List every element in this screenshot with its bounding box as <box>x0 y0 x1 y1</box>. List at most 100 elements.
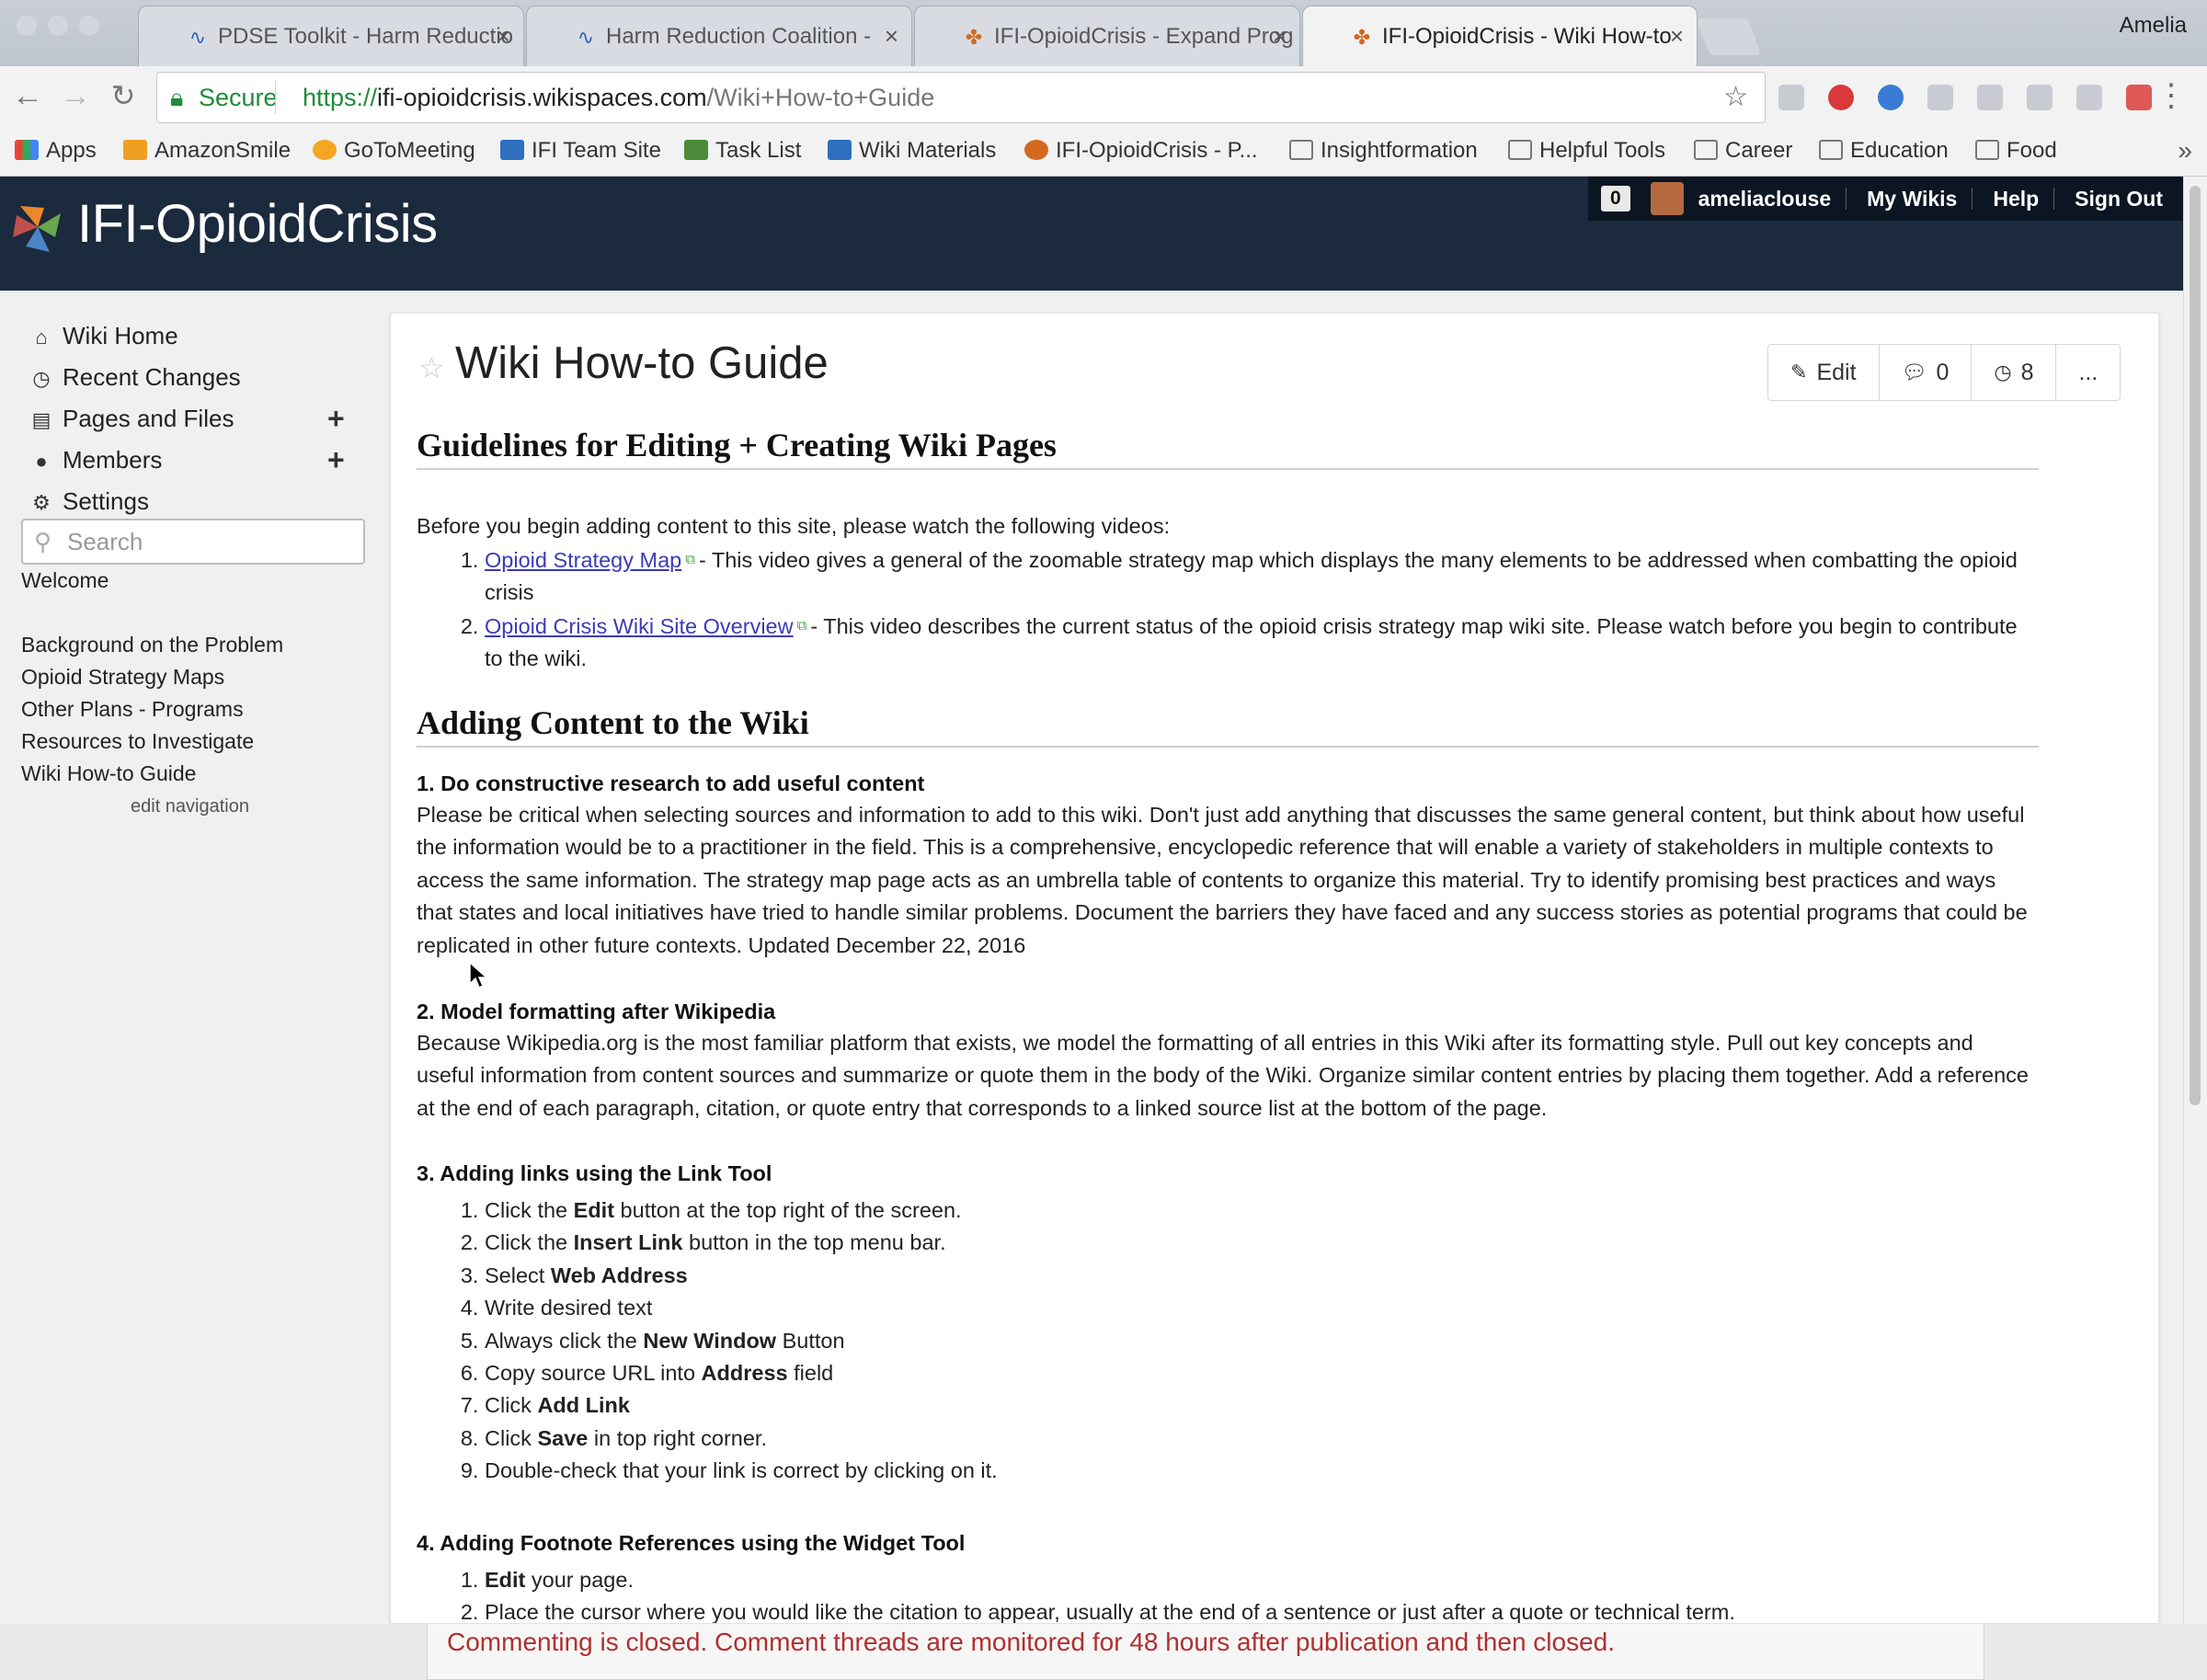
back-arrow-icon[interactable]: ← <box>9 77 46 114</box>
sidebar-item-pages-and-files[interactable]: ▤ Pages and Files <box>29 405 234 433</box>
comment-bubble-icon: 💬︎ <box>1901 360 1927 383</box>
bookmark-apps[interactable]: Apps <box>15 138 97 164</box>
nav-link-strategy-maps[interactable]: Opioid Strategy Maps <box>21 665 224 690</box>
extension-icon[interactable] <box>1977 85 2003 110</box>
window-zoom-dot[interactable] <box>79 16 99 36</box>
bookmark-star-icon[interactable]: ☆ <box>1723 73 1748 122</box>
bookmark-ifi-opioidcrisis[interactable]: IFI-OpioidCrisis - P... <box>1024 138 1258 164</box>
close-icon[interactable]: × <box>885 23 898 49</box>
username-link[interactable]: ameliaclouse <box>1698 187 1831 211</box>
secure-label: Secure <box>199 84 278 111</box>
pinterest-icon[interactable] <box>1828 85 1854 110</box>
page-actions: ✎ Edit 💬︎ 0 ◷ 8 ... <box>1767 344 2121 401</box>
nav-link-background[interactable]: Background on the Problem <box>21 633 283 657</box>
extension-icon[interactable] <box>2126 85 2152 110</box>
sidebar-item-wiki-home[interactable]: ⌂ Wiki Home <box>29 322 177 350</box>
browser-tab[interactable]: ✤ IFI-OpioidCrisis - Expand Prog × <box>914 6 1300 66</box>
close-icon[interactable]: × <box>1273 23 1286 49</box>
close-icon[interactable]: × <box>1670 23 1684 49</box>
gear-icon: ⚙ <box>32 491 51 514</box>
external-link-icon: ⧉ <box>796 617 807 634</box>
subsection-body-research: Please be critical when selecting source… <box>417 803 2028 957</box>
bookmark-folder-helpful-tools[interactable]: Helpful Tools <box>1508 138 1665 164</box>
tab-title: IFI-OpioidCrisis - Wiki How-to <box>1382 23 1672 49</box>
video-link-site-overview[interactable]: Opioid Crisis Wiki Site Overview <box>485 614 794 638</box>
bookmark-folder-insightformation[interactable]: Insightformation <box>1289 138 1478 164</box>
extension-icon[interactable] <box>1927 85 1953 110</box>
window-minimize-dot[interactable] <box>48 16 68 36</box>
favorite-star-icon[interactable]: ☆ <box>418 350 445 385</box>
bookmark-ifi-team-site[interactable]: IFI Team Site <box>500 138 661 164</box>
subsection-title-formatting: 2. Model formatting after Wikipedia <box>417 1000 776 1023</box>
bookmark-wiki-materials[interactable]: Wiki Materials <box>828 138 996 164</box>
bookmark-folder-education[interactable]: Education <box>1819 138 1949 164</box>
clock-icon: ◷ <box>32 367 51 390</box>
comments-button[interactable]: 💬︎ 0 <box>1880 345 1973 400</box>
divider <box>1972 188 1973 210</box>
extension-icon[interactable] <box>1778 85 1804 110</box>
divider <box>1846 188 1847 210</box>
notification-count[interactable]: 0 <box>1600 186 1630 211</box>
nav-link-resources[interactable]: Resources to Investigate <box>21 729 254 754</box>
nav-link-welcome[interactable]: Welcome <box>21 568 109 593</box>
site-header: IFI-OpioidCrisis 0 ameliaclouse My Wikis… <box>0 177 2183 291</box>
tab-title: PDSE Toolkit - Harm Reductio <box>218 23 513 49</box>
help-link[interactable]: Help <box>1993 187 2039 211</box>
extension-icon[interactable] <box>2027 85 2053 110</box>
extension-icon[interactable] <box>1878 85 1904 110</box>
browser-menu-icon[interactable]: ⋮ <box>2156 77 2187 114</box>
add-page-plus-icon[interactable]: + <box>327 404 345 433</box>
subsection-body-formatting: Because Wikipedia.org is the most famili… <box>417 1031 2029 1120</box>
browser-tab-active[interactable]: ✤ IFI-OpioidCrisis - Wiki How-to × <box>1302 6 1698 66</box>
pinwheel-logo-icon[interactable] <box>7 197 68 257</box>
list-item: Opioid Crisis Wiki Site Overview⧉- This … <box>485 610 2035 676</box>
sidebar-item-settings[interactable]: ⚙ Settings <box>29 487 149 516</box>
edit-button[interactable]: ✎ Edit <box>1768 345 1880 400</box>
sign-out-link[interactable]: Sign Out <box>2075 187 2163 211</box>
video-link-strategy-map[interactable]: Opioid Strategy Map <box>485 548 681 572</box>
list-item: Place the cursor where you would like th… <box>485 1596 2035 1623</box>
bookmark-amazonsmile[interactable]: AmazonSmile <box>123 138 291 164</box>
subsection-title-research: 1. Do constructive research to add usefu… <box>417 771 925 795</box>
scrollbar-thumb[interactable] <box>2190 186 2201 1105</box>
comment-closed-notice: Commenting is closed. Comment threads ar… <box>447 1628 1616 1656</box>
bookmark-gotomeeting[interactable]: GoToMeeting <box>313 138 475 164</box>
extension-icon[interactable] <box>2076 85 2102 110</box>
section-heading-guidelines: Guidelines for Editing + Creating Wiki P… <box>417 426 2039 470</box>
pinwheel-icon: ✤ <box>965 26 983 49</box>
intro-text: Before you begin adding content to this … <box>417 514 1171 538</box>
sharepoint-icon <box>828 140 852 160</box>
my-wikis-link[interactable]: My Wikis <box>1867 187 1957 211</box>
bookmark-folder-food[interactable]: Food <box>1975 138 2057 164</box>
site-title[interactable]: IFI-OpioidCrisis <box>77 193 438 255</box>
list-item: Edit your page. <box>485 1564 2035 1596</box>
browser-toolbar: ← → ↻ 🔒︎ Secure https://ifi-opioidcrisis… <box>0 66 2207 129</box>
nav-link-other-plans[interactable]: Other Plans - Programs <box>21 697 244 722</box>
sidebar-item-members[interactable]: ● Members <box>29 446 162 474</box>
reload-icon[interactable]: ↻ <box>105 77 142 114</box>
list-item: Opioid Strategy Map⧉- This video gives a… <box>485 543 2035 610</box>
avatar[interactable] <box>1650 182 1684 215</box>
sidebar-item-recent-changes[interactable]: ◷ Recent Changes <box>29 363 240 392</box>
bookmark-task-list[interactable]: Task List <box>684 138 801 164</box>
window-close-dot[interactable] <box>17 16 37 36</box>
browser-tab[interactable]: ∿ Harm Reduction Coalition - × <box>526 6 912 66</box>
list-item: Click Save in top right corner. <box>485 1423 2035 1455</box>
more-actions-button[interactable]: ... <box>2056 345 2120 400</box>
wave-icon: ∿ <box>189 26 207 49</box>
page-scrollbar[interactable] <box>2183 177 2207 1624</box>
close-icon[interactable]: × <box>497 23 510 49</box>
nav-link-how-to-guide[interactable]: Wiki How-to Guide <box>21 761 196 786</box>
bookmark-folder-career[interactable]: Career <box>1694 138 1792 164</box>
edit-navigation-link[interactable]: edit navigation <box>131 796 249 817</box>
forward-arrow-icon[interactable]: → <box>57 77 94 114</box>
subsection-title-links: 3. Adding links using the Link Tool <box>417 1161 772 1185</box>
browser-tab[interactable]: ∿ PDSE Toolkit - Harm Reductio × <box>138 6 524 66</box>
add-member-plus-icon[interactable]: + <box>327 445 345 474</box>
profile-name[interactable]: Amelia <box>2120 13 2187 39</box>
bookmarks-overflow-icon[interactable]: » <box>2178 136 2192 166</box>
new-tab-button[interactable] <box>1696 18 1762 55</box>
address-bar[interactable]: 🔒︎ Secure https://ifi-opioidcrisis.wikis… <box>156 72 1766 123</box>
history-button[interactable]: ◷ 8 <box>1972 345 2057 400</box>
search-input[interactable]: ⚲ Search <box>21 519 365 565</box>
